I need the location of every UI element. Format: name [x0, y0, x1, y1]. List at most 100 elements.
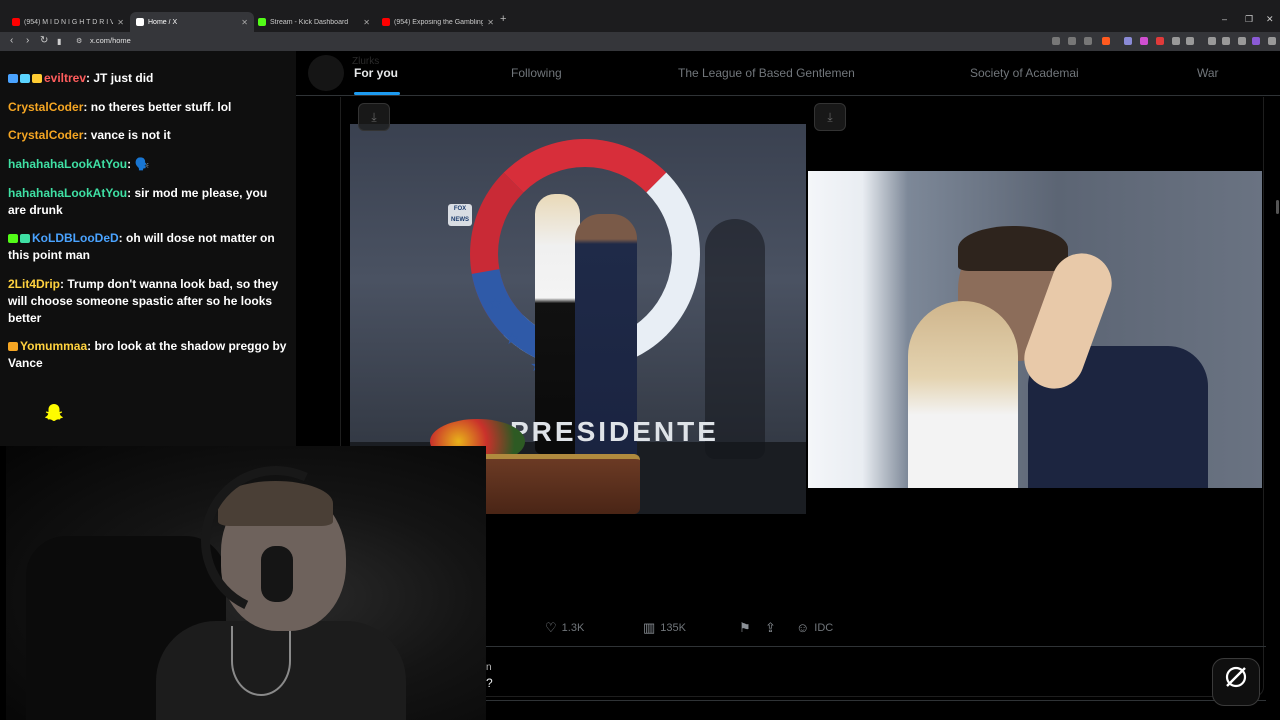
community-button[interactable]: ☺ IDC: [796, 620, 833, 635]
share-icon: ⇪: [765, 620, 776, 635]
like-count: 1.3K: [561, 622, 585, 634]
avatar: [308, 55, 344, 91]
tab-kick-dashboard[interactable]: Stream - Kick Dashboard ✕: [252, 12, 376, 32]
tab-gambling-video[interactable]: (954) Exposing the Gambling Epidem ✕: [376, 12, 500, 32]
address-bar: ‹ › ↻ ▮ ⚙ x.com/home: [0, 32, 1280, 51]
chat-message: KoLDBLooDeD: oh will dose not matter on …: [8, 230, 288, 264]
screen-icon[interactable]: [1052, 37, 1060, 45]
close-tab-icon[interactable]: ✕: [117, 18, 124, 27]
chat-username[interactable]: Yomummaa: [20, 339, 87, 353]
forward-icon[interactable]: ›: [26, 35, 29, 46]
tab-for-you[interactable]: For you: [354, 66, 398, 80]
community-label: IDC: [814, 621, 834, 634]
tab-home-x[interactable]: Home / X ✕: [130, 12, 254, 32]
heart-icon: ♡: [545, 620, 557, 635]
chat-message: 2Lit4Drip: Trump don't wanna look bad, s…: [8, 276, 288, 327]
chat-badge-icon: [8, 342, 18, 351]
community-icon: ☺: [796, 620, 810, 635]
new-tab-button[interactable]: +: [500, 13, 506, 25]
reload-icon[interactable]: ↻: [40, 35, 48, 46]
download-icon[interactable]: [1208, 37, 1216, 45]
extension-icon[interactable]: [1172, 37, 1180, 45]
chat-message: CrystalCoder: no theres better stuff. lo…: [8, 99, 288, 116]
active-tab-indicator: [354, 92, 400, 95]
back-icon[interactable]: ‹: [10, 35, 13, 46]
stage-slogan: PRESIDENTE: [510, 416, 719, 447]
browser-tab-bar: (954) M I D N I G H T D R I V E ✕ Home /…: [0, 0, 1280, 32]
sidebar-icon[interactable]: [1238, 37, 1246, 45]
chat-message: CrystalCoder: vance is not it: [8, 127, 288, 144]
share-icon[interactable]: [1084, 37, 1092, 45]
tab-league-of-based-gentlemen[interactable]: The League of Based Gentlemen: [678, 66, 855, 80]
pen-extension-icon[interactable]: [1156, 37, 1164, 45]
restore-button[interactable]: ❐: [1245, 14, 1253, 25]
extension-icon[interactable]: [1186, 37, 1194, 45]
chat-badge-icon: [20, 74, 30, 83]
chat-username[interactable]: CrystalCoder: [8, 100, 83, 114]
wallet-icon[interactable]: [1252, 37, 1260, 45]
chat-username[interactable]: 2Lit4Drip: [8, 277, 60, 291]
close-tab-icon[interactable]: ✕: [363, 18, 370, 27]
next-post-text-2: ?: [486, 676, 493, 690]
tab-midnight-drive[interactable]: (954) M I D N I G H T D R I V E ✕: [6, 12, 130, 32]
brave-shield-icon[interactable]: [1102, 37, 1110, 45]
chat-badge-icon: [8, 74, 18, 83]
chat-badge-icon: [32, 74, 42, 83]
zoom-icon[interactable]: [1068, 37, 1076, 45]
extension-icon[interactable]: [1124, 37, 1132, 45]
person-man-hair: [958, 226, 1068, 271]
chat-username[interactable]: hahahahaLookAtYou: [8, 186, 127, 200]
close-tab-icon[interactable]: ✕: [487, 18, 494, 27]
feed-tabs: Zlurks For you Following The League of B…: [296, 51, 1280, 96]
minimize-button[interactable]: –: [1222, 14, 1227, 24]
chat-username[interactable]: KoLDBLooDeD: [32, 231, 119, 245]
scrollbar[interactable]: [1276, 200, 1279, 214]
divider: [486, 700, 1266, 701]
download-icon[interactable]: ⤓: [358, 103, 390, 131]
chat-message: hahahahaLookAtYou: 🗣️: [8, 156, 288, 173]
chat-message: Yomummaa: bro look at the shadow preggo …: [8, 338, 288, 372]
bookmark-button[interactable]: ⚑: [739, 620, 751, 636]
star-icon: ★: [505, 331, 520, 348]
tab-title: (954) Exposing the Gambling Epidem: [394, 18, 484, 26]
necklace: [231, 626, 291, 696]
share-button[interactable]: ⇪: [765, 620, 776, 636]
menu-icon[interactable]: [1268, 37, 1276, 45]
close-window-button[interactable]: ✕: [1266, 14, 1274, 25]
analytics-icon: ▥: [643, 620, 656, 635]
chat-message: hahahahaLookAtYou: sir mod me please, yo…: [8, 185, 288, 219]
close-tab-icon[interactable]: ✕: [241, 18, 248, 27]
music-icon[interactable]: [1222, 37, 1230, 45]
tab-war[interactable]: War: [1197, 66, 1219, 80]
star-icon: ★: [488, 296, 503, 313]
youtube-icon: [12, 18, 20, 26]
url-field[interactable]: x.com/home: [90, 36, 131, 45]
chat-text: : 🗣️: [127, 157, 150, 171]
chat-badge-icon: [8, 234, 18, 243]
network-name: FOX NEWS: [451, 206, 469, 223]
site-info-icon[interactable]: ⚙: [76, 37, 82, 45]
divider: [486, 646, 1266, 647]
x-icon: [136, 18, 144, 26]
person-woman: [535, 194, 580, 454]
chat-badge-icon: [20, 234, 30, 243]
like-button[interactable]: ♡ 1.3K: [545, 620, 584, 636]
fox-news-logo: FOX NEWS: [448, 204, 472, 226]
post-image-2[interactable]: [808, 171, 1262, 488]
download-icon[interactable]: ⤓: [814, 103, 846, 131]
headset-earcup: [261, 546, 293, 602]
bookmark-icon: ⚑: [739, 620, 751, 635]
bookmark-icon[interactable]: ▮: [57, 37, 61, 46]
tab-title: Home / X: [148, 18, 178, 26]
chat-username[interactable]: eviltrev: [44, 71, 86, 85]
view-count: 135K: [660, 622, 686, 634]
chat-text: : vance is not it: [83, 128, 171, 142]
tab-following[interactable]: Following: [511, 66, 562, 80]
grok-button[interactable]: [1212, 658, 1260, 706]
x-extension-icon[interactable]: [1140, 37, 1148, 45]
chat-text: : no theres better stuff. lol: [83, 100, 232, 114]
chat-username[interactable]: hahahahaLookAtYou: [8, 157, 127, 171]
chat-username[interactable]: CrystalCoder: [8, 128, 83, 142]
tab-society-of-academai[interactable]: Society of Academai: [970, 66, 1079, 80]
views-button[interactable]: ▥ 135K: [643, 620, 686, 636]
